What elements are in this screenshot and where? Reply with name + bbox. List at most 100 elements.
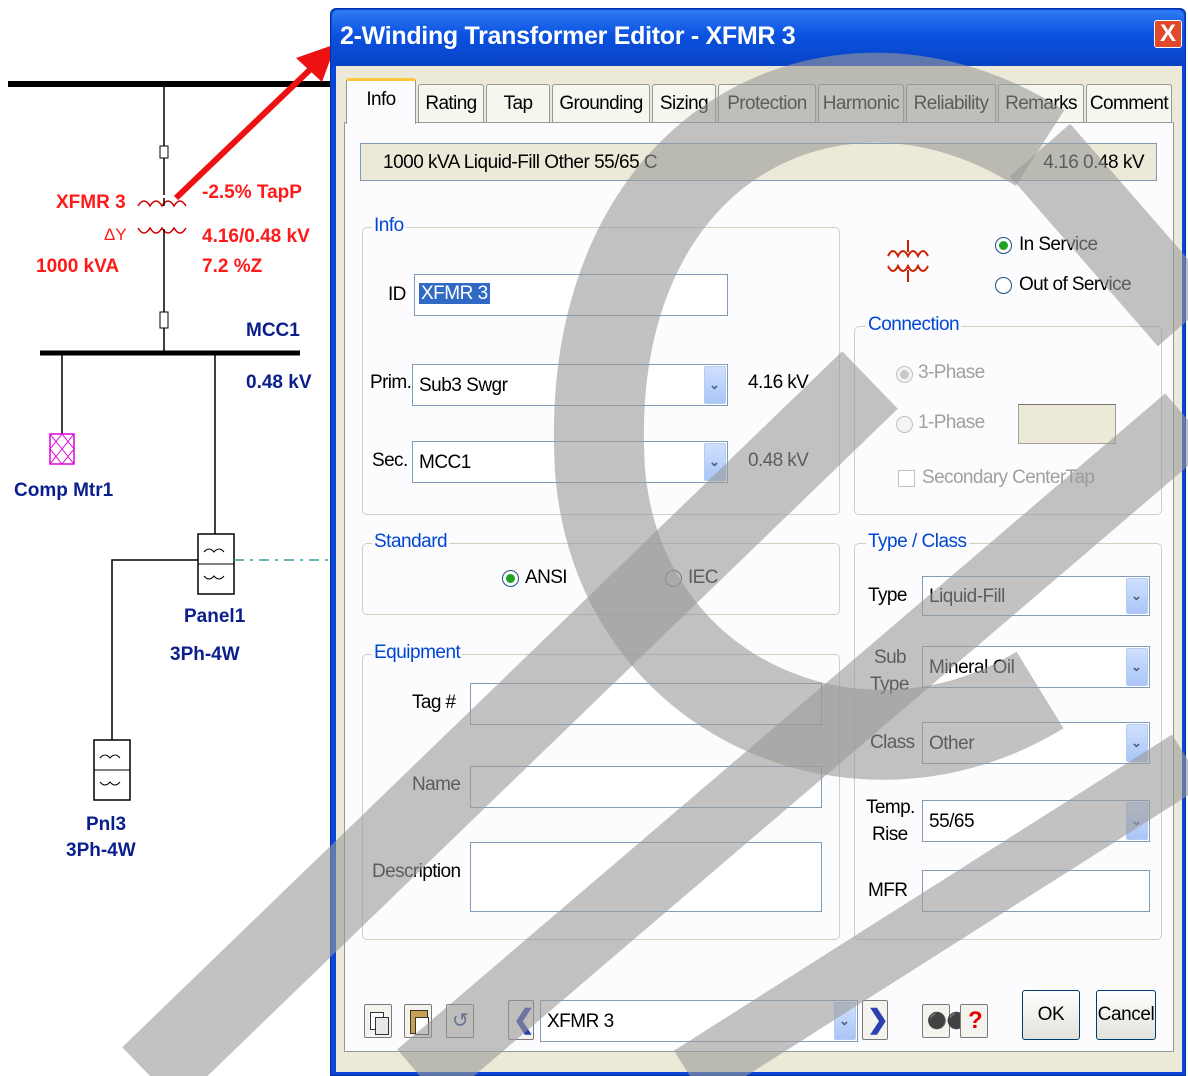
secondary-breaker: [159, 311, 169, 329]
bus-kv: 0.48 kV: [246, 372, 312, 393]
cancel-button[interactable]: Cancel: [1096, 990, 1156, 1040]
class-dropdown-button[interactable]: ⌄: [1126, 724, 1148, 762]
iec-label[interactable]: IEC: [688, 567, 718, 589]
chevron-left-icon: ❮: [513, 1004, 535, 1034]
temp-rise-select[interactable]: 55/65 ⌄: [922, 800, 1150, 842]
close-button[interactable]: X: [1154, 20, 1182, 48]
class-select[interactable]: Other ⌄: [922, 722, 1150, 764]
transformer-icon: [887, 240, 929, 282]
tag-label: Tag #: [412, 692, 456, 713]
sec-bus-select[interactable]: MCC1 ⌄: [412, 441, 728, 483]
description-label: Description: [372, 861, 461, 882]
subtype-select[interactable]: Mineral Oil ⌄: [922, 646, 1150, 688]
id-field[interactable]: XFMR 3: [414, 274, 728, 316]
type-label: Type: [868, 585, 907, 606]
secondary-centertap-checkbox[interactable]: [898, 470, 915, 487]
prim-bus-value: Sub3 Swgr: [419, 375, 508, 396]
tab-remarks[interactable]: Remarks: [998, 84, 1084, 122]
chevron-down-icon: ⌄: [709, 377, 720, 392]
tag-field[interactable]: [470, 683, 822, 725]
prim-label: Prim.: [370, 372, 412, 393]
paste-button[interactable]: [404, 1004, 432, 1038]
sec-kv: 0.48 kV: [748, 450, 809, 471]
temp-rise-value: 55/65: [929, 811, 975, 832]
panel1-type: 3Ph-4W: [170, 644, 240, 665]
chevron-down-icon: ⌄: [839, 1013, 850, 1028]
subtype-label-2: Type: [870, 674, 909, 695]
element-nav-dropdown-button[interactable]: ⌄: [834, 1002, 856, 1040]
mfr-label: MFR: [868, 880, 908, 901]
xfmr-kva: 1000 kVA: [36, 256, 119, 277]
motor-label: Comp Mtr1: [14, 480, 114, 501]
find-button[interactable]: ⚫⚫: [922, 1004, 967, 1038]
type-value: Liquid-Fill: [929, 586, 1005, 607]
panel2-name: Pnl3: [86, 814, 126, 835]
xfmr-impedance: 7.2 %Z: [202, 256, 263, 277]
tab-sizing[interactable]: Sizing: [652, 84, 716, 122]
previous-button[interactable]: ❮: [508, 1000, 535, 1040]
motor-symbol[interactable]: [49, 433, 75, 465]
secondary-centertap-label[interactable]: Secondary CenterTap: [922, 467, 1095, 489]
tab-comment[interactable]: Comment: [1086, 84, 1172, 122]
type-class-title: Type / Class: [866, 531, 969, 553]
id-value: XFMR 3: [419, 283, 490, 304]
ok-button[interactable]: OK: [1022, 990, 1080, 1040]
chevron-down-icon: ⌄: [1131, 659, 1142, 674]
mfr-field[interactable]: [922, 870, 1150, 912]
subtype-value: Mineral Oil: [929, 657, 1015, 678]
panel1-symbol[interactable]: [197, 533, 235, 595]
type-select[interactable]: Liquid-Fill ⌄: [922, 576, 1150, 616]
subtype-dropdown-button[interactable]: ⌄: [1126, 648, 1148, 686]
primary-breaker: [159, 145, 169, 159]
element-nav-select[interactable]: XFMR 3 ⌄: [540, 1000, 858, 1042]
iec-radio[interactable]: [665, 570, 682, 587]
summary-bar: 1000 kVA Liquid-Fill Other 55/65 C 4.16 …: [360, 143, 1157, 181]
three-phase-radio[interactable]: [896, 366, 913, 383]
help-icon: ?: [968, 1007, 983, 1034]
transformer-symbol[interactable]: [137, 200, 187, 234]
summary-rating: 1000 kVA Liquid-Fill Other 55/65 C: [383, 152, 658, 173]
subtype-label-1: Sub: [874, 647, 907, 668]
out-of-service-radio[interactable]: [995, 277, 1012, 294]
sec-dropdown-button[interactable]: ⌄: [704, 443, 726, 481]
tab-tap[interactable]: Tap: [486, 84, 550, 122]
undo-button[interactable]: ↺: [446, 1004, 474, 1038]
tab-rating[interactable]: Rating: [418, 84, 484, 122]
one-phase-field[interactable]: [1018, 404, 1116, 444]
info-group-title: Info: [372, 215, 406, 237]
three-phase-label[interactable]: 3-Phase: [918, 362, 985, 384]
prim-dropdown-button[interactable]: ⌄: [704, 366, 726, 404]
tab-info[interactable]: Info: [346, 78, 416, 124]
temp-rise-dropdown-button[interactable]: ⌄: [1126, 802, 1148, 840]
tab-protection[interactable]: Protection: [718, 84, 816, 122]
ansi-radio[interactable]: [502, 570, 519, 587]
out-of-service-label[interactable]: Out of Service: [1019, 274, 1132, 296]
undo-icon: ↺: [452, 1010, 469, 1032]
tab-reliability[interactable]: Reliability: [906, 84, 996, 122]
sec-bus-value: MCC1: [419, 452, 471, 473]
one-phase-radio[interactable]: [896, 416, 913, 433]
temp-rise-label-2: Rise: [872, 824, 908, 845]
connection-title: Connection: [866, 314, 962, 336]
one-phase-label[interactable]: 1-Phase: [918, 412, 985, 434]
name-label: Name: [412, 774, 461, 795]
copy-button[interactable]: [364, 1004, 392, 1038]
in-service-label[interactable]: In Service: [1019, 234, 1098, 256]
id-label: ID: [388, 284, 406, 305]
in-service-radio[interactable]: [995, 237, 1012, 254]
panel2-symbol[interactable]: [93, 739, 131, 801]
tab-grounding[interactable]: Grounding: [552, 84, 650, 122]
description-field[interactable]: [470, 842, 822, 912]
tab-harmonic[interactable]: Harmonic: [818, 84, 904, 122]
name-field[interactable]: [470, 766, 822, 808]
prim-bus-select[interactable]: Sub3 Swgr ⌄: [412, 364, 728, 406]
type-dropdown-button[interactable]: ⌄: [1126, 578, 1148, 614]
help-button[interactable]: ?: [960, 1004, 988, 1038]
xfmr-connection: ΔY: [104, 225, 127, 244]
ansi-label[interactable]: ANSI: [525, 567, 568, 589]
standard-title: Standard: [372, 531, 450, 553]
xfmr-label: XFMR 3: [56, 192, 126, 213]
chevron-down-icon: ⌄: [1131, 813, 1142, 828]
next-button[interactable]: ❯: [862, 1000, 889, 1040]
summary-voltage: 4.16 0.48 kV: [1043, 152, 1144, 173]
